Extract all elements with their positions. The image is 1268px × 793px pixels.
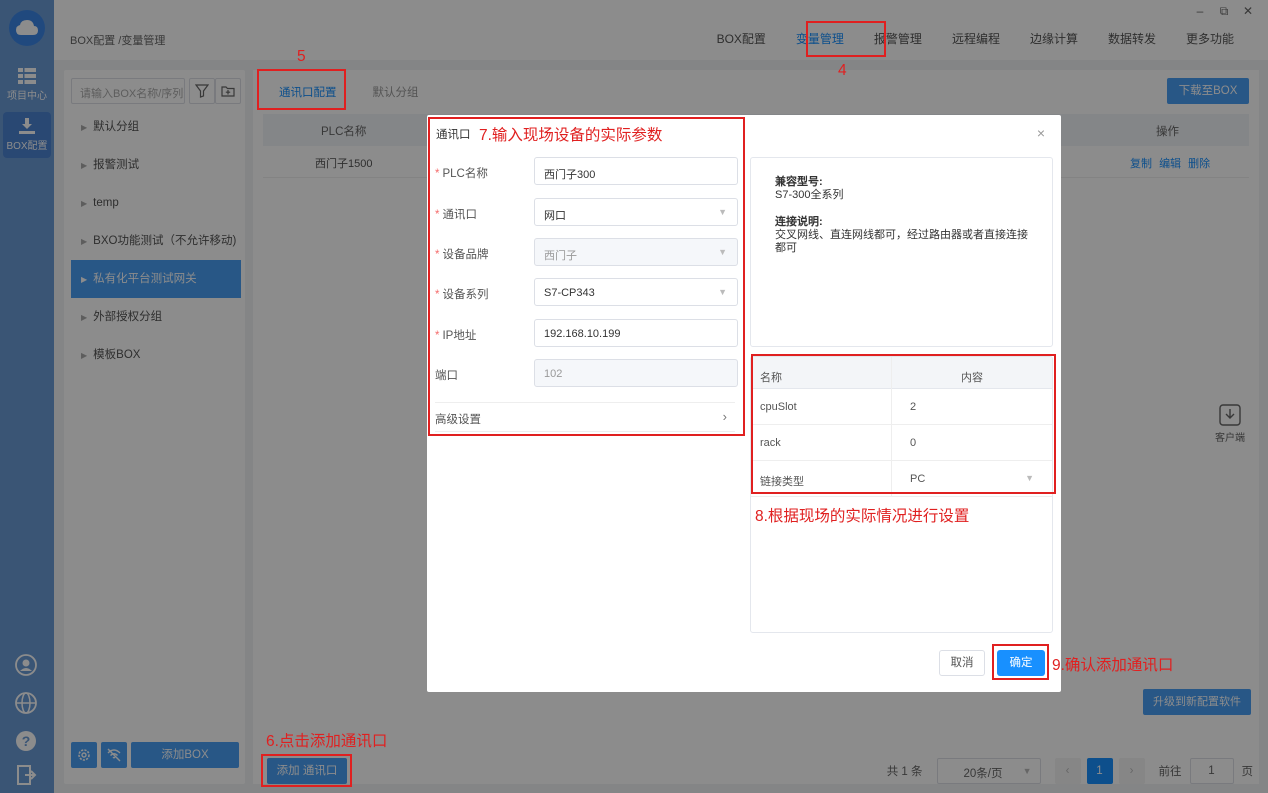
annotation-step-8: 8.根据现场的实际情况进行设置 [755,508,970,525]
annotation-step-4: 4 [838,62,847,79]
highlight-confirm-button [992,644,1049,680]
annotation-step-9: 9.确认添加通讯口 [1052,657,1174,674]
highlight-add-port-button [261,754,352,787]
cancel-button[interactable]: 取消 [939,650,985,676]
annotation-step-6: 6.点击添加通讯口 [266,733,388,750]
highlight-param-table [751,354,1056,494]
conn-value: 交叉网线、直连网线都可，经过路由器或者直接连接都可 [775,229,1028,254]
annotation-step-7: 7.输入现场设备的实际参数 [479,127,663,144]
close-icon[interactable]: × [1037,125,1045,141]
annotation-step-5: 5 [297,48,306,65]
device-info-box: 兼容型号: S7-300全系列 连接说明: 交叉网线、直连网线都可，经过路由器或者直… [750,157,1053,347]
compat-title: 兼容型号: [775,176,823,188]
conn-title: 连接说明: [775,216,823,228]
highlight-tab-port-config [257,69,346,110]
highlight-nav-variable-management [806,21,886,57]
compat-value: S7-300全系列 [775,189,844,201]
highlight-dialog-fields [428,117,745,436]
